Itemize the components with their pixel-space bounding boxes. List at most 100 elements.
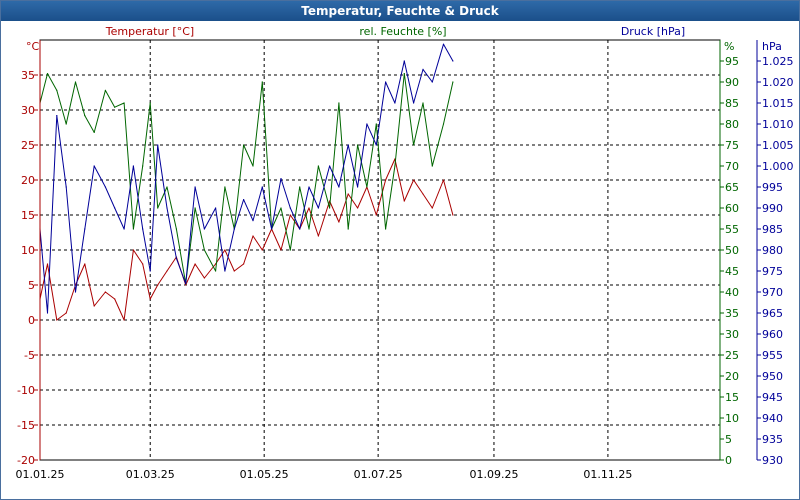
x-tick-label: 01.05.25	[240, 468, 289, 481]
temperature-data-point	[166, 270, 168, 272]
temperature-data-point	[233, 270, 235, 272]
humidity-data-point	[422, 102, 424, 104]
x-tick-label: 01.09.25	[469, 468, 518, 481]
temperature-data-point	[123, 319, 125, 321]
humidity-data-point	[261, 81, 263, 83]
pressure-data-point	[185, 283, 187, 285]
axis-tick-label: 980	[762, 244, 783, 257]
humidity-data-point	[215, 270, 217, 272]
pressure-axis-label: Druck [hPa]	[621, 25, 685, 38]
pressure-data-point	[84, 228, 86, 230]
axis-tick-label: 5	[725, 433, 732, 446]
temperature-data-point	[317, 235, 319, 237]
pressure-data-point	[338, 186, 340, 188]
axis-tick-label: 45	[725, 265, 739, 278]
axis-tick-label: 960	[762, 328, 783, 341]
humidity-data-point	[452, 81, 454, 83]
temperature-data-point	[132, 249, 134, 251]
axis-tick-label: 85	[725, 97, 739, 110]
pressure-data-point	[403, 60, 405, 62]
axis-tick-label: 35	[725, 307, 739, 320]
pressure-data-point	[203, 228, 205, 230]
pressure-data-point	[422, 68, 424, 70]
humidity-data-point	[74, 81, 77, 83]
humidity-data-point	[149, 102, 151, 104]
humidity-data-point	[243, 144, 245, 146]
axis-tick-label: 30	[21, 104, 35, 117]
axis-tick-label: 0	[28, 314, 35, 327]
humidity-data-point	[308, 228, 310, 230]
pressure-data-point	[329, 165, 331, 167]
temperature-data-point	[84, 263, 86, 265]
axis-tick-label: 945	[762, 391, 783, 404]
pressure-data-point	[375, 144, 377, 146]
x-tick-label: 01.03.25	[126, 468, 175, 481]
pressure-data-point	[93, 165, 95, 167]
temperature-unit: °C	[26, 40, 40, 53]
axis-tick-label: 10	[21, 244, 35, 257]
chart-canvas: -20 -15 -10 -5 0 5 10 15 20 25 30 35 0 5 10 15 20 25 30 35…	[16, 25, 794, 481]
axis-tick-label: -10	[17, 384, 35, 397]
humidity-data-point	[280, 207, 282, 209]
pressure-data-point	[166, 207, 168, 209]
temperature-data-point	[185, 284, 187, 286]
humidity-data-point	[289, 249, 291, 251]
x-tick-label: 01.07.25	[354, 468, 403, 481]
axis-tick-label: 975	[762, 265, 783, 278]
pressure-data-point	[413, 102, 415, 104]
temperature-data-point	[46, 263, 49, 265]
pressure-data-point	[347, 144, 349, 146]
temperature-data-point	[56, 319, 58, 321]
axis-tick-label: 40	[725, 286, 739, 299]
temperature-data-point	[357, 207, 359, 209]
humidity-data-point	[317, 165, 319, 167]
pressure-data-point	[123, 228, 125, 230]
axis-tick-label: 95	[725, 55, 739, 68]
humidity-data-point	[299, 186, 301, 188]
humidity-data-point	[194, 207, 196, 209]
humidity-data-point	[329, 207, 331, 209]
pressure-data-point	[142, 228, 144, 230]
temperature-data-point	[203, 277, 205, 279]
temperature-data-point	[104, 291, 106, 293]
humidity-data-point	[123, 102, 125, 104]
pressure-data-point	[149, 270, 151, 272]
axis-tick-label: 970	[762, 286, 783, 299]
humidity-data-point	[252, 165, 254, 167]
humidity-data-point	[394, 165, 396, 167]
humidity-data-point	[385, 228, 387, 230]
x-tick-label: 01.11.25	[583, 468, 632, 481]
axis-tick-label: 80	[725, 118, 739, 131]
temperature-data-point	[347, 193, 349, 195]
axis-tick-label: 15	[725, 391, 739, 404]
temperature-data-point	[261, 249, 263, 251]
axis-tick-label: 20	[725, 370, 739, 383]
pressure-data-point	[74, 291, 77, 293]
axis-tick-label: 30	[725, 328, 739, 341]
humidity-data-point	[65, 123, 67, 125]
axis-tick-label: 55	[725, 223, 739, 236]
pressure-data-point	[261, 186, 263, 188]
humidity-data-point	[104, 89, 106, 91]
axis-tick-label: 70	[725, 160, 739, 173]
temperature-data-point	[375, 214, 377, 216]
axis-tick-label: 35	[21, 69, 35, 82]
humidity-data-point	[46, 73, 49, 75]
temperature-data-point	[93, 305, 95, 307]
axis-tick-label: 5	[28, 279, 35, 292]
temperature-data-point	[289, 214, 291, 216]
axis-tick-label: 25	[725, 349, 739, 362]
temperature-data-point	[308, 207, 310, 209]
humidity-data-point	[413, 144, 415, 146]
humidity-data-point	[442, 123, 445, 125]
humidity-data-point	[142, 165, 144, 167]
temperature-data-point	[157, 284, 159, 286]
axis-tick-label: 990	[762, 202, 783, 215]
temperature-data-point	[114, 298, 116, 300]
axis-tick-label: 0	[725, 454, 732, 467]
humidity-data-point	[175, 228, 177, 230]
temperature-data-point	[385, 179, 387, 181]
humidity-data-point	[132, 228, 134, 230]
pressure-data-point	[308, 186, 310, 188]
pressure-unit: hPa	[762, 40, 782, 53]
